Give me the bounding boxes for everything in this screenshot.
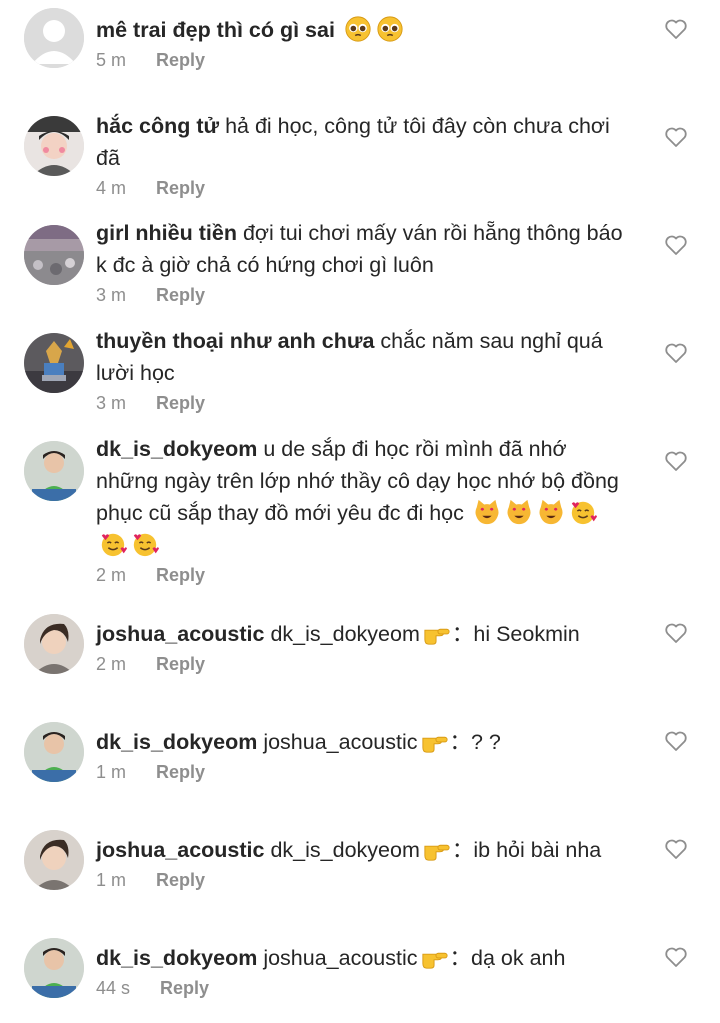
avatar[interactable]: [24, 722, 84, 782]
avatar[interactable]: [24, 8, 84, 68]
pointing-right-icon: [422, 835, 452, 863]
like-heart-icon[interactable]: [664, 234, 688, 256]
smiling-face-with-hearts-icon: [130, 530, 160, 558]
comment-timestamp: 1 m: [96, 762, 127, 782]
like-heart-icon[interactable]: [664, 450, 688, 472]
reply-button[interactable]: Reply: [156, 565, 205, 585]
smiling-face-with-hearts-icon: [98, 530, 128, 558]
reply-button[interactable]: Reply: [156, 870, 205, 890]
comment-text: ：ib hỏi bài nha: [451, 838, 602, 862]
heart-eyes-cat-icon: [504, 498, 534, 526]
comment-username[interactable]: dk_is_dokyeom: [96, 946, 257, 970]
comment-text: ：hi Seokmin: [451, 622, 580, 646]
heart-eyes-cat-icon: [536, 498, 566, 526]
pointing-right-icon: [422, 619, 452, 647]
comment-username[interactable]: joshua_acoustic: [96, 838, 264, 862]
avatar[interactable]: [24, 333, 84, 393]
avatar[interactable]: [24, 116, 84, 176]
comment-username[interactable]: joshua_acoustic: [96, 622, 264, 646]
like-heart-icon[interactable]: [664, 730, 688, 752]
comment-timestamp: 3 m: [96, 393, 127, 413]
avatar[interactable]: [24, 830, 84, 890]
comment-timestamp: 2 m: [96, 565, 127, 585]
comment-timestamp: 5 m: [96, 50, 127, 70]
reply-button[interactable]: Reply: [156, 654, 205, 674]
like-heart-icon[interactable]: [664, 946, 688, 968]
comment-text: ：dạ ok anh: [449, 946, 566, 970]
reply-button[interactable]: Reply: [156, 178, 205, 198]
comment-text: ：? ?: [449, 730, 501, 754]
comment-username[interactable]: girl nhiều tiền: [96, 221, 237, 245]
comment-mention[interactable]: dk_is_dokyeom: [270, 622, 419, 646]
reply-button[interactable]: Reply: [160, 978, 209, 998]
heart-eyes-cat-icon: [472, 498, 502, 526]
like-heart-icon[interactable]: [664, 622, 688, 644]
comment-timestamp: 3 m: [96, 285, 127, 305]
pleading-face-icon: [375, 15, 405, 43]
comment-timestamp: 4 m: [96, 178, 127, 198]
pointing-right-icon: [420, 727, 450, 755]
smiling-face-with-hearts-icon: [568, 498, 598, 526]
avatar[interactable]: [24, 614, 84, 674]
like-heart-icon[interactable]: [664, 126, 688, 148]
comment-username[interactable]: dk_is_dokyeom: [96, 730, 257, 754]
like-heart-icon[interactable]: [664, 18, 688, 40]
avatar[interactable]: [24, 938, 84, 998]
comment-timestamp: 44 s: [96, 978, 131, 998]
comment-mention[interactable]: joshua_acoustic: [263, 946, 417, 970]
comment-mention[interactable]: dk_is_dokyeom: [270, 838, 419, 862]
reply-button[interactable]: Reply: [156, 50, 205, 70]
comment-username[interactable]: dk_is_dokyeom: [96, 437, 257, 461]
reply-button[interactable]: Reply: [156, 285, 205, 305]
comment-mention[interactable]: joshua_acoustic: [263, 730, 417, 754]
pointing-right-icon: [420, 943, 450, 971]
comment-timestamp: 1 m: [96, 870, 127, 890]
comment-username[interactable]: hắc công tử: [96, 114, 219, 138]
reply-button[interactable]: Reply: [156, 393, 205, 413]
comment-username[interactable]: thuyền thoại như anh chưa: [96, 329, 374, 353]
avatar[interactable]: [24, 441, 84, 501]
like-heart-icon[interactable]: [664, 342, 688, 364]
like-heart-icon[interactable]: [664, 838, 688, 860]
avatar[interactable]: [24, 225, 84, 285]
comment-username[interactable]: mê trai đẹp thì có gì sai: [96, 18, 335, 42]
pleading-face-icon: [343, 15, 373, 43]
reply-button[interactable]: Reply: [156, 762, 205, 782]
comment-timestamp: 2 m: [96, 654, 127, 674]
